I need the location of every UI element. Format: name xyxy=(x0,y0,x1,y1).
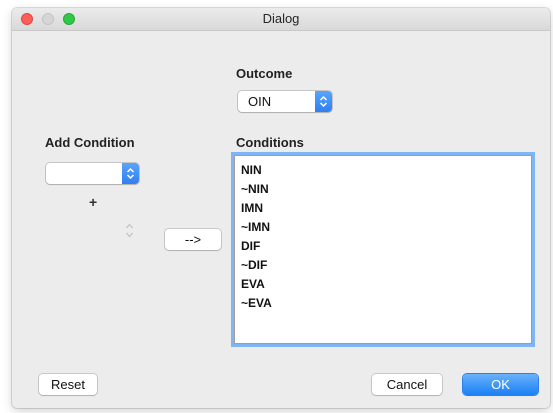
list-item[interactable]: DIF xyxy=(241,239,260,253)
add-condition-label: Add Condition xyxy=(45,135,135,150)
conditions-label: Conditions xyxy=(236,135,304,150)
list-item[interactable]: ~IMN xyxy=(241,220,270,234)
list-item[interactable]: NIN xyxy=(241,163,262,177)
stepper-arrows-icon[interactable] xyxy=(125,222,134,239)
list-item[interactable]: ~NIN xyxy=(241,182,269,196)
cancel-button[interactable]: Cancel xyxy=(372,374,442,395)
list-item[interactable]: EVA xyxy=(241,277,265,291)
outcome-popup[interactable]: OIN xyxy=(238,91,332,112)
list-item[interactable]: IMN xyxy=(241,201,263,215)
list-item[interactable]: ~EVA xyxy=(241,296,272,310)
dialog-window: Dialog Outcome OIN Add Condition + --> C… xyxy=(12,8,550,408)
outcome-selected-value: OIN xyxy=(248,94,272,109)
up-down-chevrons-icon xyxy=(315,91,332,112)
add-condition-arrow-button[interactable]: --> xyxy=(165,229,221,250)
up-down-chevrons-icon xyxy=(122,163,139,184)
list-item[interactable]: ~DIF xyxy=(241,258,267,272)
conditions-list[interactable]: NIN ~NIN IMN ~IMN DIF ~DIF EVA ~EVA xyxy=(234,155,532,344)
reset-button[interactable]: Reset xyxy=(39,374,97,395)
window-title: Dialog xyxy=(262,11,300,26)
add-condition-popup[interactable] xyxy=(46,163,139,184)
title-bar: Dialog xyxy=(12,8,550,31)
ok-button[interactable]: OK xyxy=(463,374,538,395)
outcome-label: Outcome xyxy=(236,66,293,81)
plus-sign: + xyxy=(89,194,98,210)
